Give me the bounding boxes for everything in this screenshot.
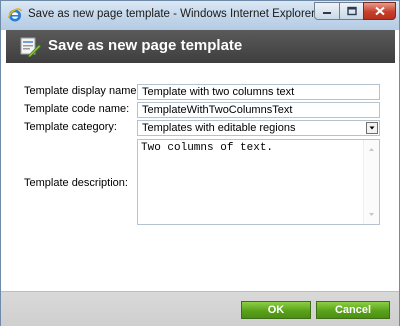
form-area: Template display name: Template with two… <box>6 63 395 291</box>
scroll-down-icon <box>369 213 374 216</box>
window-titlebar[interactable]: Save as new page template - Windows Inte… <box>1 1 399 30</box>
dialog-window: Save as new page template - Windows Inte… <box>0 0 400 326</box>
category-selected-value: Templates with editable regions <box>142 122 296 134</box>
code-name-input[interactable]: TemplateWithTwoColumnsText <box>137 102 380 118</box>
internet-explorer-icon <box>7 8 23 22</box>
display-name-label: Template display name: <box>24 85 140 97</box>
ok-button[interactable]: OK <box>241 301 311 319</box>
cancel-button[interactable]: Cancel <box>316 301 390 319</box>
description-scrollbar[interactable] <box>363 140 379 224</box>
description-textarea[interactable]: Two columns of text. <box>137 139 380 225</box>
code-name-label: Template code name: <box>24 103 130 115</box>
description-text: Two columns of text. <box>141 142 274 154</box>
scroll-up-icon <box>369 148 374 151</box>
minimize-button[interactable] <box>314 2 340 20</box>
close-icon <box>374 6 385 16</box>
description-label: Template description: <box>24 177 128 189</box>
maximize-icon <box>346 6 357 16</box>
window-title: Save as new page template - Windows Inte… <box>28 8 316 20</box>
dialog-header: Save as new page template <box>6 30 395 63</box>
maximize-button[interactable] <box>339 2 364 20</box>
category-label: Template category: <box>24 121 117 133</box>
window-controls <box>314 2 396 20</box>
dialog-footer: OK Cancel <box>1 291 399 326</box>
dialog-title: Save as new page template <box>48 37 243 54</box>
display-name-input[interactable]: Template with two columns text <box>137 84 380 100</box>
close-button[interactable] <box>363 2 396 20</box>
page-template-icon <box>20 37 41 57</box>
minimize-icon <box>323 12 331 14</box>
category-select[interactable]: Templates with editable regions <box>137 120 380 136</box>
chevron-down-icon[interactable] <box>366 122 378 134</box>
